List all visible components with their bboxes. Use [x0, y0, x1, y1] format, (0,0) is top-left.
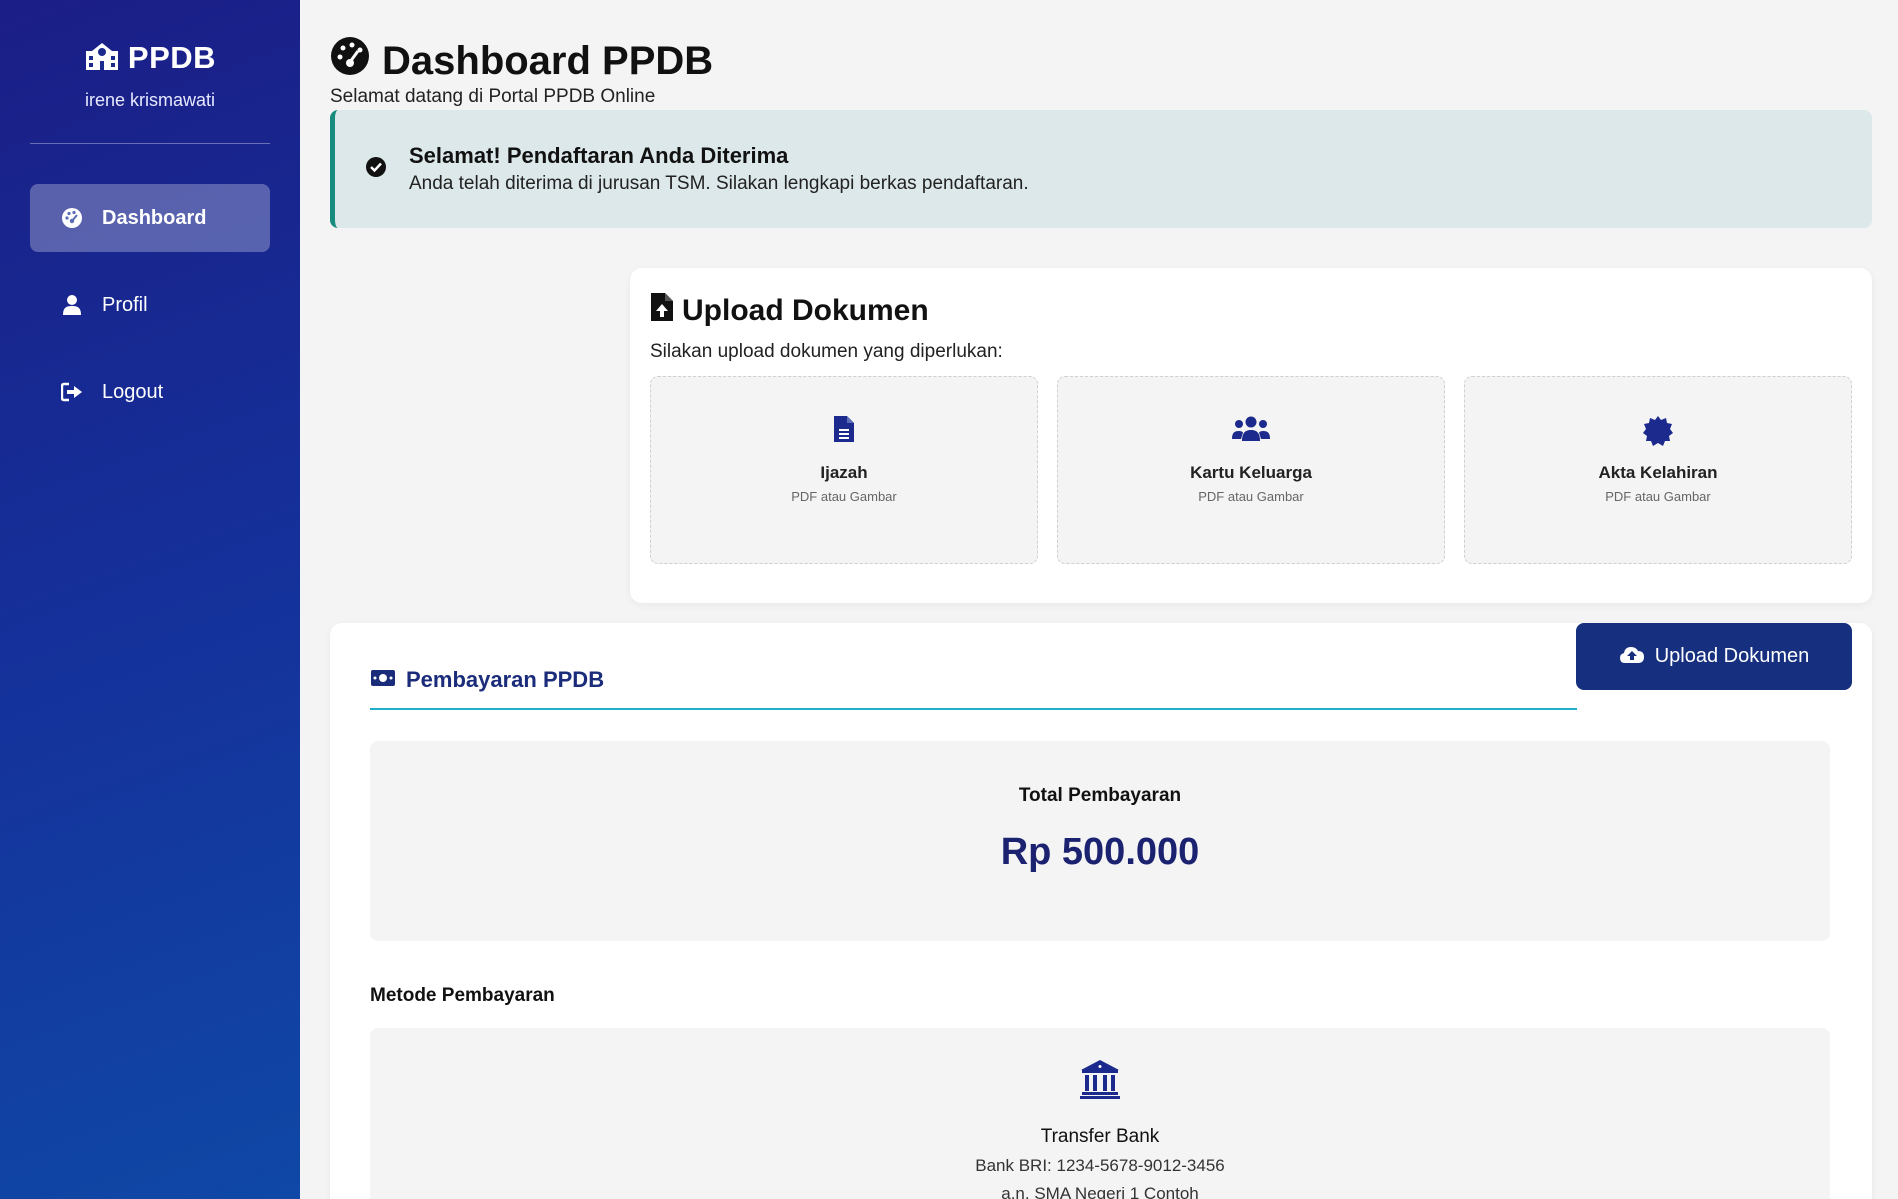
payment-title-text: Pembayaran PPDB [406, 667, 605, 692]
total-label: Total Pembayaran [1018, 785, 1182, 806]
cloud-upload-icon [1619, 644, 1645, 670]
doc-upload-akta-kelahiran[interactable]: Akta Kelahiran PDF atau Gambar [1464, 376, 1852, 564]
payment-method-box: Transfer Bank Bank BRI: 1234-5678-9012-3… [370, 1028, 1830, 1199]
file-icon [651, 415, 1037, 443]
user-icon [60, 293, 84, 317]
method-holder: a.n. SMA Negeri 1 Contoh [1001, 1184, 1199, 1199]
page-subtitle: Selamat datang di Portal PPDB Online [330, 86, 656, 107]
sidebar-item-label: Dashboard [102, 206, 207, 229]
sidebar-item-label: Profil [102, 293, 148, 316]
payment-divider [370, 708, 1577, 710]
method-account: Bank BRI: 1234-5678-9012-3456 [975, 1156, 1225, 1175]
upload-subtitle: Silakan upload dokumen yang diperlukan: [650, 341, 1003, 362]
doc-upload-kartu-keluarga[interactable]: Kartu Keluarga PDF atau Gambar [1057, 376, 1445, 564]
app: PPDB irene krismawati Dashboard Profil L… [0, 0, 1898, 1199]
logout-icon [60, 380, 84, 404]
sidebar: PPDB irene krismawati Dashboard Profil L… [0, 0, 300, 1199]
sidebar-item-logout[interactable]: Logout [30, 358, 270, 426]
upload-document-button[interactable]: Upload Dokumen [1576, 623, 1852, 690]
alert-title: Selamat! Pendaftaran Anda Diterima [409, 143, 789, 168]
main-content: Dashboard PPDB Selamat datang di Portal … [300, 0, 1898, 1199]
upload-button-label: Upload Dokumen [1654, 645, 1810, 667]
alert-body: Selamat! Pendaftaran Anda Diterima Anda … [409, 143, 1029, 195]
doc-name: Kartu Keluarga [1190, 463, 1312, 482]
brand: PPDB irene krismawati [0, 40, 300, 111]
doc-hint: PDF atau Gambar [791, 489, 897, 504]
payment-card: Pembayaran PPDB Upload Dokumen Total Pem… [330, 623, 1872, 1199]
doc-upload-ijazah[interactable]: Ijazah PDF atau Gambar [650, 376, 1038, 564]
certificate-icon [1465, 415, 1851, 447]
doc-hint: PDF atau Gambar [1198, 489, 1304, 504]
upload-card: Upload Dokumen Silakan upload dokumen ya… [630, 268, 1872, 603]
success-alert: Selamat! Pendaftaran Anda Diterima Anda … [330, 110, 1872, 228]
bank-icon [370, 1058, 1830, 1100]
total-box: Total Pembayaran Rp 500.000 [370, 741, 1830, 941]
sidebar-item-dashboard[interactable]: Dashboard [30, 184, 270, 252]
file-upload-icon [650, 292, 674, 330]
gauge-icon [330, 36, 370, 86]
doc-hint: PDF atau Gambar [1605, 489, 1711, 504]
money-bill-icon [370, 667, 396, 693]
brand-title: PPDB [127, 40, 217, 75]
sidebar-item-profil[interactable]: Profil [30, 271, 270, 339]
page-title: Dashboard PPDB [330, 36, 713, 86]
upload-title-text: Upload Dokumen [682, 294, 929, 327]
total-value: Rp 500.000 [1000, 831, 1200, 873]
method-title: Metode Pembayaran [370, 985, 555, 1006]
sidebar-divider [30, 143, 270, 144]
user-name: irene krismawati [84, 90, 216, 110]
page-title-text: Dashboard PPDB [382, 38, 714, 83]
upload-title: Upload Dokumen [650, 292, 929, 330]
gauge-icon [60, 206, 84, 230]
doc-name: Akta Kelahiran [1598, 463, 1718, 482]
school-icon [84, 41, 120, 76]
brand-row: PPDB [0, 40, 300, 76]
payment-title: Pembayaran PPDB [370, 667, 604, 693]
alert-message: Anda telah diterima di jurusan TSM. Sila… [409, 173, 1029, 194]
users-icon [1058, 415, 1444, 443]
doc-name: Ijazah [820, 463, 868, 482]
method-name: Transfer Bank [1040, 1126, 1160, 1147]
check-circle-icon [365, 156, 387, 183]
sidebar-item-label: Logout [102, 380, 164, 403]
